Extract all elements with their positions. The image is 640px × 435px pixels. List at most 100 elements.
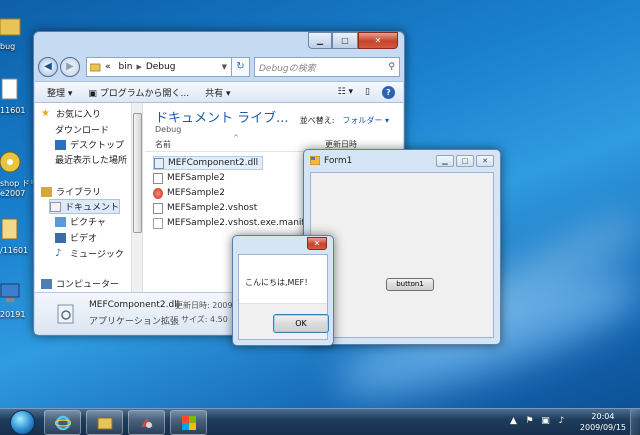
address-bar[interactable]: « bin ▶ Debug ▼ [86,57,232,77]
details-file-type: アプリケーション拡張 [89,317,179,327]
desktop-icon-file2[interactable]: /11601 [0,218,34,255]
maximize-button[interactable]: □ [332,32,358,49]
network-icon[interactable]: ▣ [540,416,551,427]
folder-icon [90,63,101,72]
scroll-thumb[interactable] [133,113,142,233]
system-tray: ▲ ⚑ ▣ ♪ 20:04 2009/09/15 [500,409,640,435]
refresh-button[interactable]: ↻ [232,57,250,77]
taskbar: ▲ ⚑ ▣ ♪ 20:04 2009/09/15 [0,408,640,435]
nav-label: ビデオ [70,234,98,244]
folder-icon [0,18,21,36]
computer-icon [41,278,52,289]
nav-documents[interactable]: ドキュメント [49,199,121,214]
preview-pane-icon[interactable]: ▯ [365,87,370,97]
breadcrumb-overflow[interactable]: « [105,62,111,72]
arrange-by: 並べ替え: フォルダー ▾ [300,115,389,126]
nav-libraries[interactable]: ライブラリ [41,185,101,198]
clock[interactable]: 20:04 2009/09/15 [580,411,626,433]
details-file-name: MEFComponent2.dll [89,300,180,310]
config-icon [153,202,163,214]
taskbar-button-ie[interactable] [44,410,81,435]
chevron-right-icon[interactable]: ▶ [136,63,141,71]
clock-time: 20:04 [591,412,615,421]
forward-button[interactable]: ▶ [60,57,80,77]
file-name: MEFComponent2.dll [168,158,259,168]
show-desktop-button[interactable] [630,409,640,435]
documents-icon [50,201,61,212]
message-text: こんにちは,MEF！ [245,278,313,287]
maximize-button[interactable]: □ [456,155,474,167]
arrange-dropdown[interactable]: フォルダー ▾ [342,116,389,125]
nav-label: ドキュメント [65,203,120,213]
arrange-label: 並べ替え: [299,116,335,125]
nav-desktop[interactable]: デスクトップ [55,138,124,151]
document-icon [1,78,18,100]
form1-client: button1 [310,172,494,338]
nav-computer[interactable]: コンピューター [41,277,119,290]
organize-button[interactable]: 整理 ▾ [47,86,72,99]
ok-button[interactable]: OK [273,314,329,333]
nav-music[interactable]: ♪ ミュージック [55,247,124,260]
button1[interactable]: button1 [386,278,434,291]
desktop-icon-computer[interactable]: 20191 [0,282,34,319]
column-name[interactable]: 名前 [155,139,171,150]
address-row: ◀ ▶ « bin ▶ Debug ▼ ↻ Debugの検索 ⚲ [38,55,400,79]
desktop-icon-debug[interactable]: bug [0,14,34,51]
message-box-footer: OK [239,303,329,339]
taskbar-button-form1[interactable] [170,410,207,435]
dll-icon [154,157,164,169]
file-row[interactable]: MEFSample2.vshost [153,201,261,215]
nav-downloads[interactable]: ダウンロード [55,123,109,136]
close-button[interactable]: ✕ [307,237,327,250]
show-hidden-icons-icon[interactable]: ▲ [508,416,519,427]
details-size: サイズ: 4.50 [181,315,228,324]
close-button[interactable]: ✕ [358,32,398,49]
library-subtitle: Debug [155,125,182,134]
chevron-down-icon[interactable]: ▼ [222,63,227,71]
nav-label: ミュージック [70,250,124,260]
file-row[interactable]: MEFComponent2.dll [153,156,264,170]
details-modified: 更新日時: 2009 [175,301,233,310]
computer-icon [0,283,20,302]
nav-recent[interactable]: 最近表示した場所 [55,153,127,166]
file-name: MEFSample2.vshost.exe.manifest [167,218,319,228]
nav-scrollbar[interactable] [131,103,142,293]
taskbar-button-visual-studio[interactable] [128,410,165,435]
videos-icon [55,232,66,243]
file-row[interactable]: MEFSample2.vshost.exe.manifest [153,216,322,230]
desktop-icon-shop[interactable]: shop ドリ e2007 [0,150,38,198]
desktop-icon-label: 20191 [0,310,26,319]
open-with-button[interactable]: ▣ プログラムから開く... [88,86,189,99]
desktop-icon-label: shop ドリ [0,179,38,188]
document-icon [1,218,18,240]
dll-icon [57,304,74,324]
close-button[interactable]: ✕ [476,155,494,167]
action-center-icon[interactable]: ⚑ [524,416,535,427]
view-options-button[interactable]: ☷ ▾ [338,87,353,97]
desktop-icon-label: e2007 [0,189,26,198]
library-title: ドキュメント ライブ... [155,111,289,126]
nav-favorites[interactable]: ★ お気に入り [41,107,101,120]
breadcrumb-bin[interactable]: bin [119,62,133,72]
message-box[interactable]: ✕ こんにちは,MEF！ OK [232,235,334,346]
help-icon[interactable]: ? [382,85,395,99]
desktop-icon-label: bug [0,42,16,51]
file-row[interactable]: MEFSample2 [153,171,229,185]
nav-videos[interactable]: ビデオ [55,231,97,244]
form-app-icon [182,416,196,430]
nav-label: ピクチャ [70,218,106,228]
taskbar-button-explorer[interactable] [86,410,123,435]
nav-pictures[interactable]: ピクチャ [55,215,106,228]
search-icon: ⚲ [388,62,395,72]
desktop-icon-file[interactable]: 11601 [0,78,34,115]
minimize-button[interactable]: ▁ [308,32,332,49]
minimize-button[interactable]: ▁ [436,155,454,167]
nav-label: ダウンロード [55,126,110,136]
search-input[interactable]: Debugの検索 ⚲ [254,57,400,77]
back-button[interactable]: ◀ [38,57,58,77]
share-button[interactable]: 共有 ▾ [205,86,230,99]
file-row[interactable]: MEFSample2 [153,186,229,200]
breadcrumb-debug[interactable]: Debug [146,62,176,72]
volume-icon[interactable]: ♪ [556,416,567,427]
start-button[interactable] [4,409,40,435]
